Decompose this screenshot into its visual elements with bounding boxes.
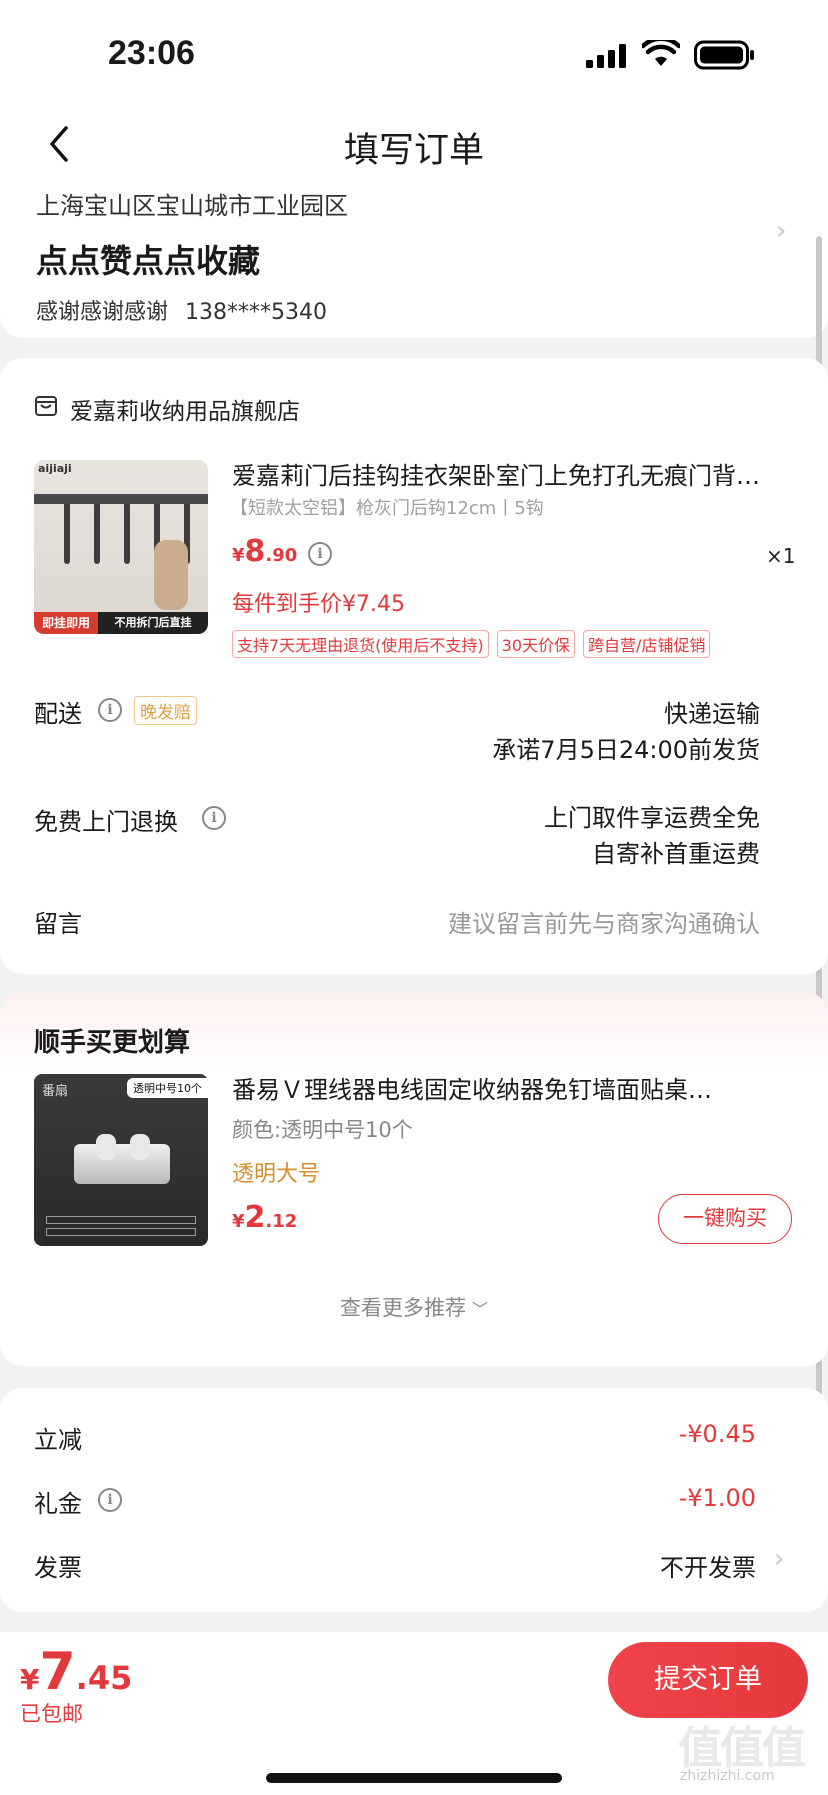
status-bar: 23:06 [0,0,828,100]
nav-header: 填写订单 [0,100,828,186]
tag-price-protect: 30天价保 [496,630,576,658]
one-click-buy-button[interactable]: 一键购买 [658,1194,792,1244]
recommend-item-title[interactable]: 番易Ｖ理线器电线固定收纳器免钉墙面贴桌… [232,1070,792,1105]
page-title: 填写订单 [343,131,484,171]
watermark-url: zhizhizhi.com [680,1768,775,1784]
recommend-item-color: 颜色:透明中号10个 [232,1118,413,1142]
address-detail: 点点赞点点收藏 [36,242,261,280]
discount-label: 立减 [34,1426,82,1454]
product-price: ¥8.90 [232,534,298,569]
message-label: 留言 [34,910,82,938]
store-card: 爱嘉莉收纳用品旗舰店 aijiaji 即挂即用 不用拆门后直挂 爱嘉莉门后挂钩挂… [0,358,828,974]
late-compensation-badge[interactable]: 晚发赔 [134,696,197,725]
product-image-badge-right: 不用拆门后直挂 [98,612,208,634]
product-image-badge-left: 即挂即用 [34,612,98,634]
address-card[interactable]: 上海宝山区宝山城市工业园区 点点赞点点收藏 感谢感谢感谢 138****5340… [0,186,828,338]
product-qty: ×1 [766,544,796,568]
return-label: 免费上门退换 [34,808,178,836]
invoice-value[interactable]: 不开发票 [660,1548,756,1583]
recommend-image-tag: 透明中号10个 [127,1078,208,1098]
total-price: ¥7.45 [20,1642,133,1702]
chevron-right-icon: › [776,216,787,246]
shipping-note: 已包邮 [20,1702,83,1726]
return-line-2: 自寄补首重运费 [592,840,760,868]
delivery-promise: 承诺7月5日24:00前发货 [492,736,760,764]
status-time: 23:06 [108,34,195,72]
price-info-icon[interactable]: i [308,542,332,566]
summary-card: 立减 -¥0.45 礼金 i -¥1.00 发票 不开发票 › [0,1388,828,1612]
delivery-method[interactable]: 快递运输 [664,694,760,729]
product-title[interactable]: 爱嘉莉门后挂钩挂衣架卧室门上免打孔无痕门背… [232,456,794,491]
store-icon [34,394,58,418]
recommend-card: 顺手买更划算 番扇 透明中号10个 番易Ｖ理线器电线固定收纳器免钉墙面贴桌… 颜… [0,992,828,1366]
recommend-title: 顺手买更划算 [34,1028,191,1058]
return-line-1: 上门取件享运费全免 [544,804,760,832]
recommend-item-price: ¥2.12 [232,1200,298,1235]
address-region: 上海宝山区宝山城市工业园区 [36,192,348,220]
product-image-brand: aijiaji [38,462,72,475]
recommend-image[interactable]: 番扇 透明中号10个 [34,1074,208,1246]
invoice-chevron-icon: › [774,1544,785,1574]
final-price: 每件到手价¥7.45 [232,592,405,617]
product-image[interactable]: aijiaji 即挂即用 不用拆门后直挂 [34,460,208,634]
store-name[interactable]: 爱嘉莉收纳用品旗舰店 [70,392,300,426]
submit-order-button[interactable]: 提交订单 [608,1642,808,1718]
gift-value: -¥1.00 [678,1484,756,1512]
message-input[interactable]: 建议留言前先与商家沟通确认 [448,904,760,939]
gift-label: 礼金 [34,1490,82,1518]
recipient-name: 感谢感谢感谢 [36,300,169,325]
home-indicator [266,1773,562,1783]
footer-bar: ¥7.45 已包邮 提交订单 值值值 zhizhizhi.com [0,1632,828,1795]
delivery-label: 配送 [34,700,82,728]
battery-icon [694,40,756,70]
recommend-item-variant[interactable]: 透明大号 [232,1156,320,1188]
recommend-image-brand: 番扇 [42,1084,69,1099]
chevron-down-icon: ﹀ [471,1300,488,1319]
recipient-phone: 138****5340 [185,300,327,325]
recipient-info: 感谢感谢感谢 138****5340 [36,294,327,326]
tag-7day-return: 支持7天无理由退货(使用后不支持) [232,630,489,658]
product-spec[interactable]: 【短款太空铝】枪灰门后钩12cm丨5钩 [230,494,544,520]
gift-info-icon[interactable]: i [98,1488,122,1512]
view-more-link[interactable]: 查看更多推荐 ﹀ [0,1292,828,1322]
discount-value: -¥0.45 [678,1420,756,1448]
invoice-label: 发票 [34,1554,82,1582]
delivery-info-icon[interactable]: i [98,698,122,722]
return-info-icon[interactable]: i [202,806,226,830]
signal-icon [586,44,628,68]
watermark: 值值值 [678,1723,806,1774]
wifi-icon [640,36,682,68]
product-tags: 支持7天无理由退货(使用后不支持) 30天价保 跨自营/店铺促销 [232,630,812,658]
tag-promotion: 跨自营/店铺促销 [583,630,711,658]
